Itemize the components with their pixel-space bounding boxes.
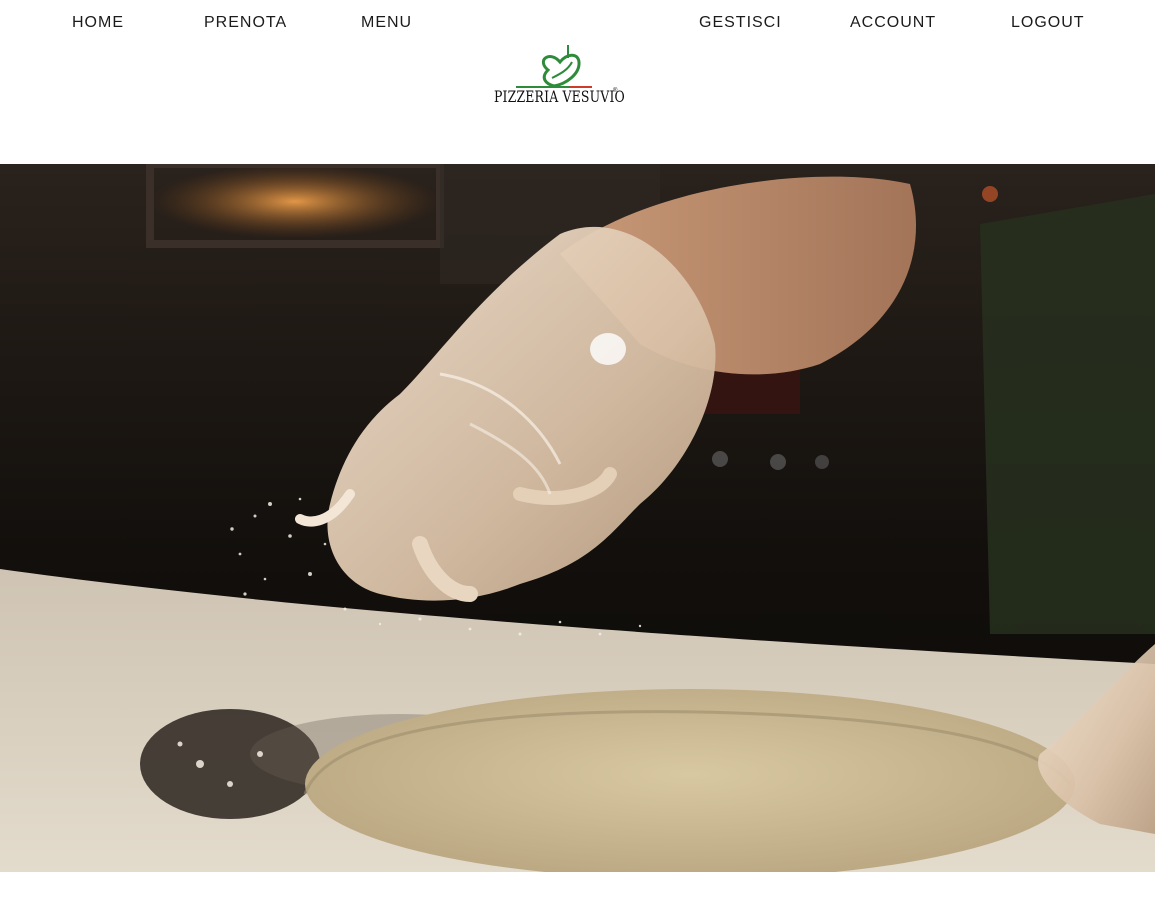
registered-mark: ® [613,88,618,94]
hero-image [0,164,1155,872]
nav-home-link[interactable]: HOME [72,12,124,34]
nav-account-link[interactable]: ACCOUNT [850,12,936,34]
nav-prenota-link[interactable]: PRENOTA [204,12,287,34]
site-logo[interactable]: PIZZERIA VESUVIO ® [480,40,630,115]
nav-logout-link[interactable]: LOGOUT [1011,12,1085,34]
logo-text: PIZZERIA VESUVIO [494,87,625,106]
nav-menu-link[interactable]: MENU [361,12,412,34]
page-below-hero [0,872,1155,907]
pizza-dough-flour-image [0,164,1155,872]
site-header: HOME PRENOTA MENU GESTISCI ACCOUNT LOGOU… [0,0,1155,164]
nav-gestisci-link[interactable]: GESTISCI [699,12,782,34]
